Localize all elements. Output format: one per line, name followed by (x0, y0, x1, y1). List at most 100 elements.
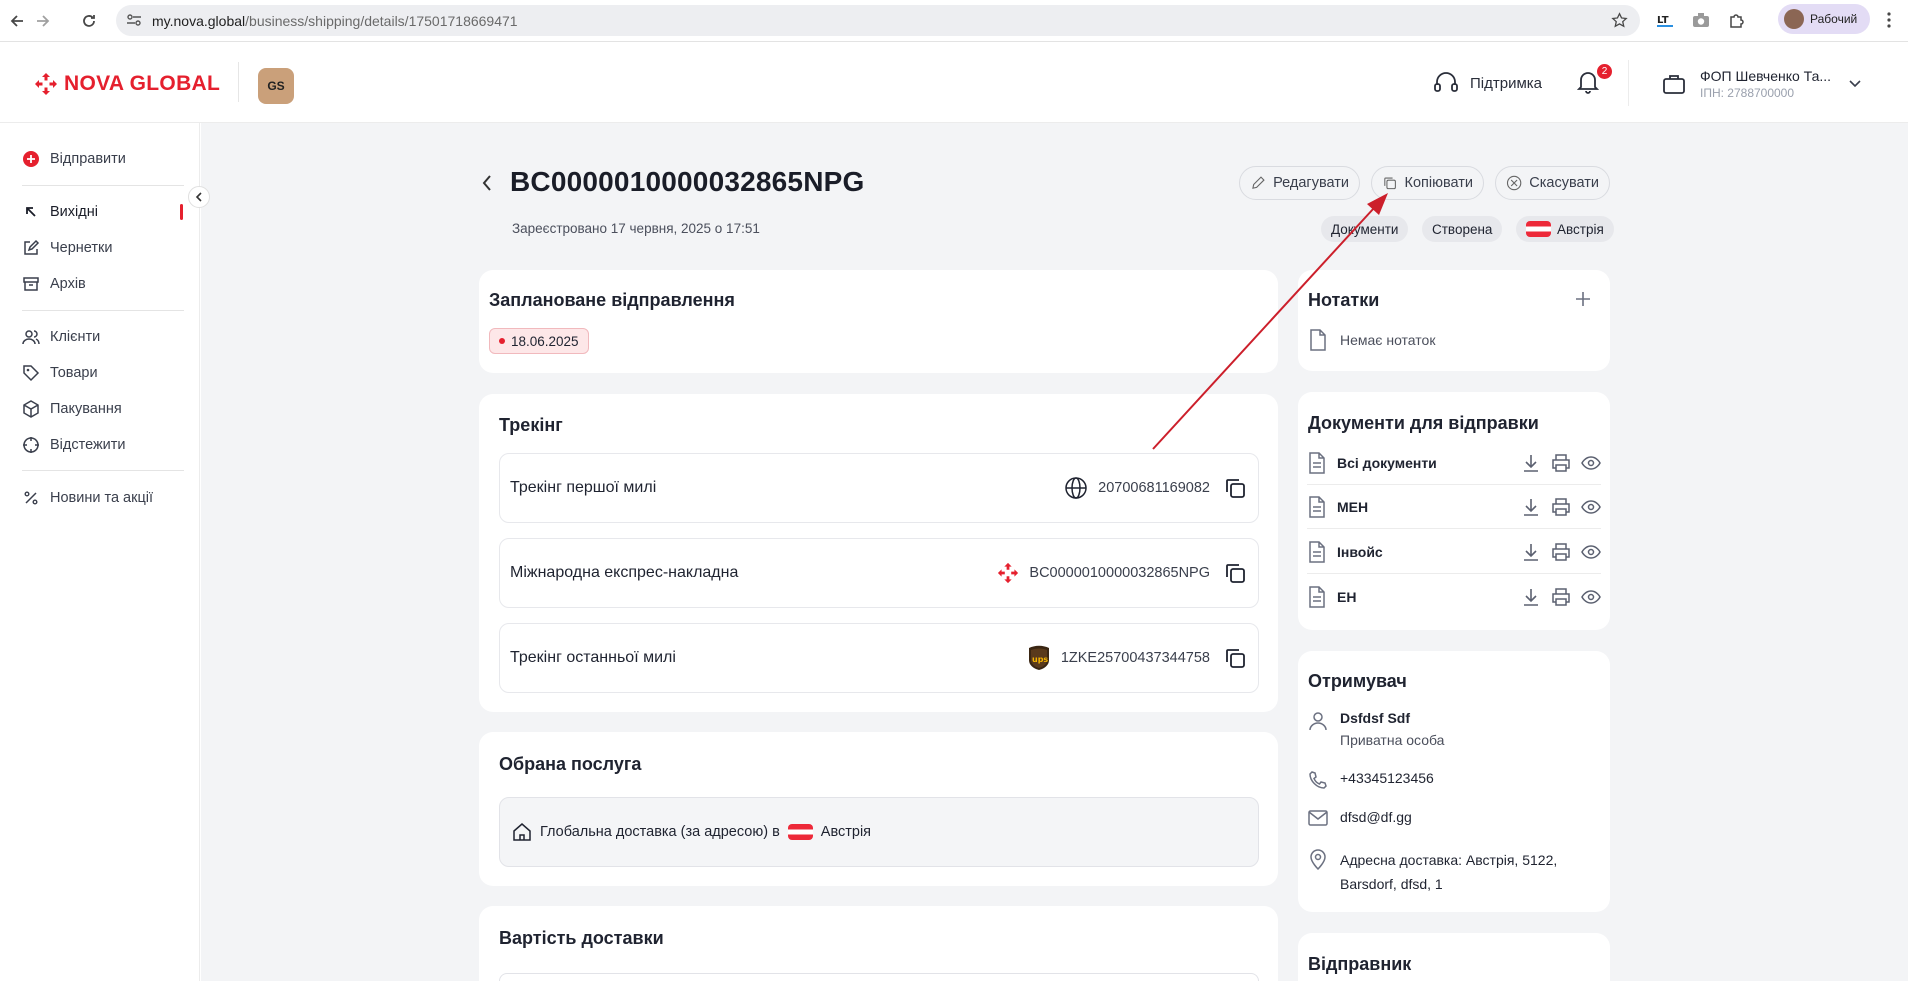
print-icon[interactable] (1551, 453, 1571, 473)
url-domain: my.nova.global (152, 13, 246, 29)
recipient-type: Приватна особа (1340, 732, 1445, 748)
bell-icon (1576, 72, 1600, 94)
copy-icon[interactable] (1222, 560, 1248, 586)
recipient-name: Dsfdsf Sdf (1340, 710, 1410, 726)
download-icon[interactable] (1521, 542, 1541, 562)
profile-label: Рабочий (1810, 12, 1858, 26)
extensions-puzzle-icon[interactable] (1728, 11, 1746, 34)
browser-toolbar: my.nova.global/business/shipping/details… (0, 0, 1908, 42)
recipient-email-row: dfsd@df.gg (1308, 809, 1412, 827)
company-name: ФОП Шевченко Та... (1700, 68, 1832, 84)
copy-icon (1384, 177, 1396, 190)
recipient-phone-row: +43345123456 (1308, 770, 1434, 790)
sidebar-item-drafts[interactable]: Чернетки (22, 239, 112, 257)
tracking-number: 1ZKE25700437344758 (1060, 650, 1210, 666)
add-note-button[interactable] (1574, 290, 1592, 313)
plus-circle-icon (23, 151, 39, 167)
arrow-up-left-icon (26, 207, 36, 217)
status-label: Створена (1432, 221, 1493, 237)
sidebar-item-send[interactable]: Відправити (22, 150, 126, 168)
bookmark-star-icon[interactable] (1611, 12, 1628, 34)
document-icon (1309, 586, 1325, 608)
logo[interactable]: NOVA GLOBAL (34, 72, 220, 96)
chevron-left-icon (195, 192, 202, 202)
sidebar-item-packaging[interactable]: Пакування (22, 400, 122, 418)
sidebar-item-label: Товари (50, 365, 98, 381)
sender-title: Відправник (1308, 954, 1412, 974)
reload-icon[interactable] (78, 10, 100, 32)
download-icon[interactable] (1521, 453, 1541, 473)
business-badge[interactable]: GS (258, 68, 294, 104)
documents-title: Документи для відправки (1308, 413, 1539, 433)
sidebar-item-track[interactable]: Відстежити (22, 436, 126, 454)
active-indicator (180, 204, 183, 220)
sidebar-item-goods[interactable]: Товари (22, 364, 98, 382)
print-icon[interactable] (1551, 587, 1571, 607)
copy-icon[interactable] (1222, 645, 1248, 671)
chevron-left-icon (482, 175, 491, 191)
location-pin-icon (1310, 849, 1326, 870)
chevron-down-icon (1849, 80, 1861, 88)
site-settings-icon[interactable] (126, 13, 142, 32)
eye-icon[interactable] (1581, 587, 1601, 607)
status-badge: Створена (1422, 216, 1503, 242)
document-row[interactable]: ЕН (1307, 575, 1601, 619)
service-title: Обрана послуга (499, 754, 642, 774)
service-text: Глобальна доставка (за адресою) в (540, 824, 780, 840)
back-arrow-icon[interactable] (6, 10, 28, 32)
support-button[interactable]: Підтримка (1432, 71, 1542, 95)
country-tag: Австрія (1516, 216, 1614, 242)
planned-date-badge: 18.06.2025 (489, 328, 589, 354)
profile-chip[interactable]: Рабочий (1778, 4, 1870, 34)
eye-icon[interactable] (1581, 453, 1601, 473)
sidebar-item-label: Клієнти (50, 329, 101, 345)
document-icon (1309, 540, 1325, 563)
sidebar-send-label: Відправити (50, 151, 126, 167)
sidebar-item-label: Чернетки (50, 240, 113, 256)
cost-title: Вартість доставки (499, 928, 664, 948)
address-bar[interactable]: my.nova.global/business/shipping/details… (116, 5, 1640, 36)
service-box: Глобальна доставка (за адресою) в Австрі… (499, 797, 1259, 867)
austria-flag-icon (1526, 221, 1551, 237)
header-divider (1628, 60, 1629, 106)
sidebar-item-label: Вихідні (50, 204, 98, 220)
edit-icon (24, 239, 40, 255)
headset-icon (1434, 72, 1458, 92)
print-icon[interactable] (1551, 497, 1571, 517)
download-icon[interactable] (1521, 587, 1541, 607)
company-switcher[interactable]: ФОП Шевченко Та... ІПН: 2788700000 (1662, 68, 1861, 100)
sidebar-item-clients[interactable]: Клієнти (22, 328, 100, 346)
camera-extension-icon[interactable] (1692, 12, 1710, 33)
document-name: MEH (1337, 498, 1369, 515)
eye-icon[interactable] (1581, 542, 1601, 562)
pencil-icon (1252, 176, 1265, 189)
document-row[interactable]: Інвойс (1307, 530, 1601, 574)
document-name: ЕН (1337, 589, 1357, 605)
print-icon[interactable] (1551, 542, 1571, 562)
copy-button[interactable]: Копіювати (1371, 166, 1484, 200)
austria-flag-icon (787, 824, 813, 840)
tracking-number: 20700681169082 (1098, 480, 1210, 496)
sidebar-item-archive[interactable]: Архів (22, 275, 86, 293)
sidebar-divider (22, 470, 184, 471)
download-icon[interactable] (1521, 497, 1541, 517)
back-button[interactable] (480, 171, 494, 200)
edit-button[interactable]: Редагувати (1239, 166, 1360, 200)
notifications-button[interactable] (1576, 70, 1600, 99)
recipient-address-row: Адресна доставка: Австрія, 5122, Barsdor… (1308, 848, 1557, 896)
cancel-button[interactable]: Скасувати (1495, 166, 1610, 200)
support-label: Підтримка (1470, 74, 1543, 92)
eye-icon[interactable] (1581, 497, 1601, 517)
forward-arrow-icon[interactable] (32, 10, 54, 32)
svg-text:LT: LT (1657, 15, 1669, 26)
tracking-row-label: Міжнародна експрес-накладна (510, 564, 739, 581)
copy-icon[interactable] (1222, 475, 1248, 501)
document-row[interactable]: MEH (1307, 485, 1601, 529)
translate-extension-icon[interactable]: LT (1656, 11, 1674, 32)
sidebar-item-outgoing[interactable]: Вихідні (22, 203, 98, 221)
planned-title: Заплановане відправлення (489, 290, 735, 310)
document-row[interactable]: Всі документи (1307, 441, 1601, 485)
browser-menu-icon[interactable] (1886, 11, 1892, 34)
sidebar-item-news[interactable]: Новини та акції (22, 489, 153, 507)
sidebar-collapse-button[interactable] (188, 186, 210, 208)
